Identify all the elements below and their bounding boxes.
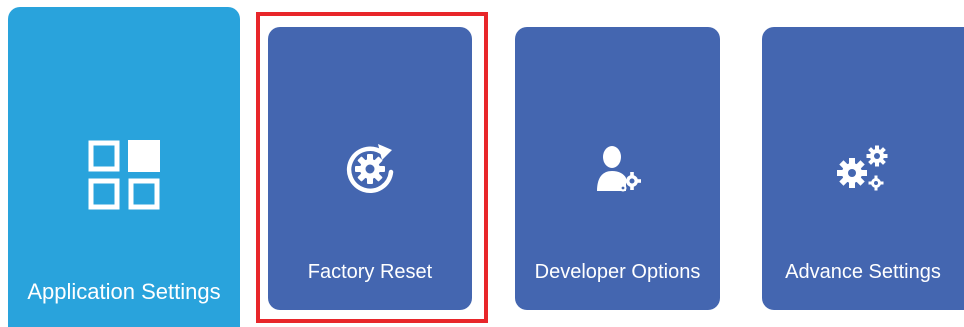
tile-label: Factory Reset: [307, 261, 433, 283]
settings-tiles-screen: Application Settings Factory Reset Devel…: [0, 0, 964, 327]
tile-label: Application Settings: [27, 279, 221, 304]
tile-advance-settings[interactable]: Advance Settings: [762, 27, 964, 310]
developer-user-gear-icon: [596, 146, 641, 192]
tile-label: Advance Settings: [785, 261, 941, 283]
tile-label: Developer Options: [534, 261, 701, 283]
tile-factory-reset[interactable]: Factory Reset: [268, 27, 472, 310]
factory-reset-icon: [346, 144, 394, 193]
tile-developer-options[interactable]: Developer Options: [515, 27, 720, 310]
gears-icon: [837, 145, 888, 191]
tile-application-settings[interactable]: Application Settings: [8, 7, 240, 327]
grid-icon: [88, 140, 160, 210]
